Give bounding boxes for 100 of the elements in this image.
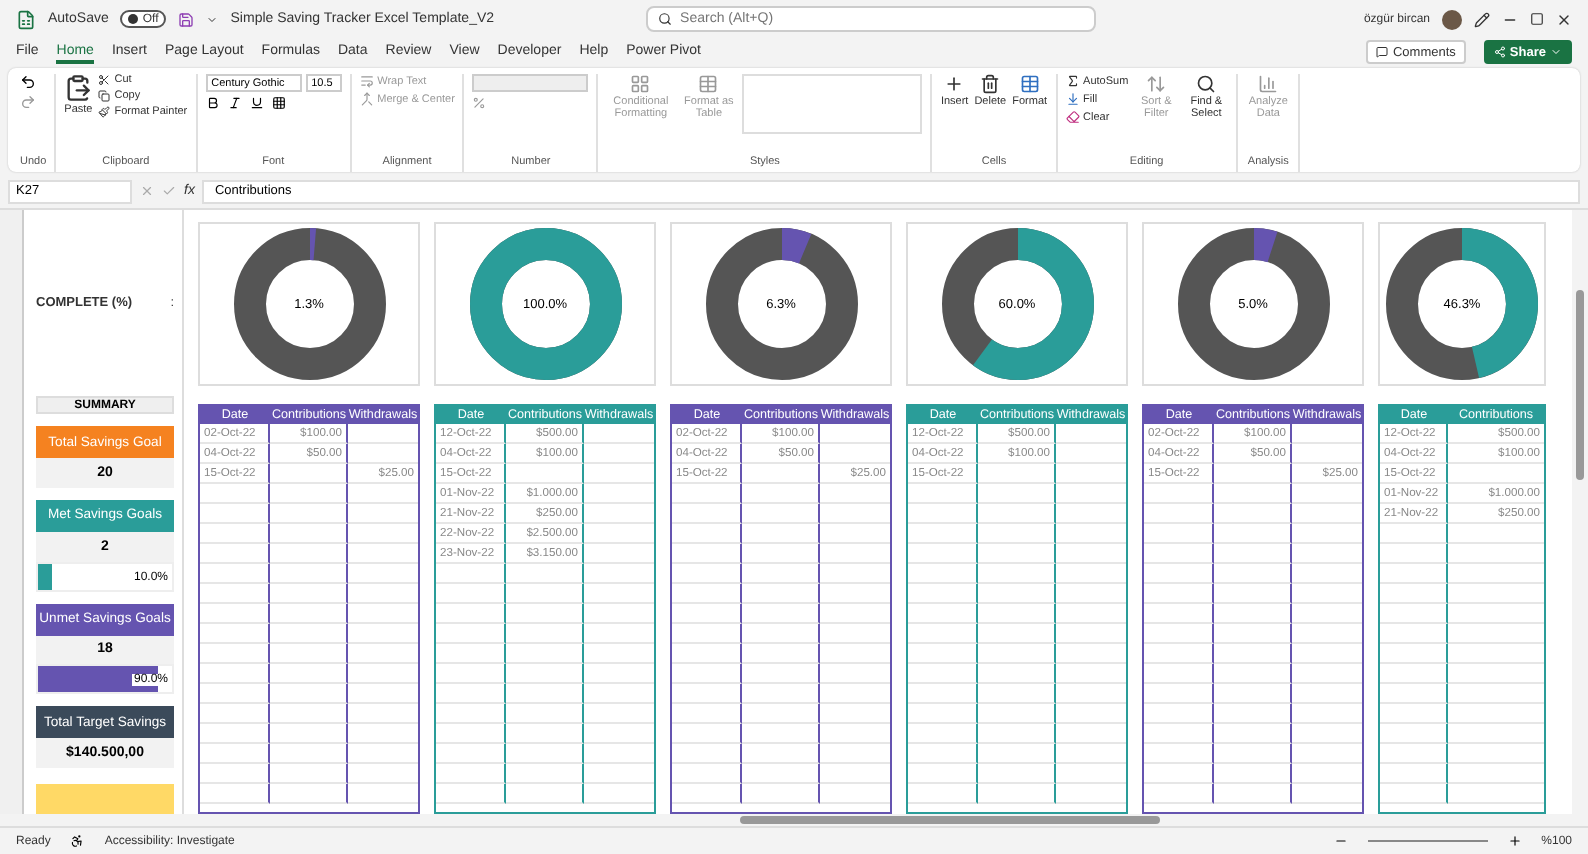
scissors-icon [98, 74, 111, 86]
empty-cell [742, 544, 820, 564]
empty-cell [1214, 524, 1292, 544]
merge-icon [359, 92, 374, 106]
bold-icon[interactable] [205, 96, 220, 110]
empty-cell [978, 484, 1056, 504]
empty-cell [270, 704, 348, 724]
number-format-field[interactable] [472, 74, 589, 92]
empty-cell [506, 784, 584, 804]
bar-chart-icon [1258, 74, 1279, 94]
plus-icon [944, 74, 965, 94]
empty-cell [1214, 564, 1292, 584]
zoom-out-icon[interactable] [1333, 834, 1348, 848]
empty-cell [1214, 624, 1292, 644]
undo-icon[interactable] [20, 74, 36, 90]
caret-icon [1550, 46, 1562, 58]
empty-cell [270, 744, 348, 764]
empty-cell [1214, 664, 1292, 684]
empty-cell [506, 704, 584, 724]
empty-cell [742, 764, 820, 784]
empty-cell [270, 724, 348, 744]
empty-cell [978, 624, 1056, 644]
empty-cell [742, 564, 820, 584]
empty-cell [270, 484, 348, 504]
borders-icon[interactable] [271, 96, 286, 110]
empty-cell [742, 744, 820, 764]
maximize-icon[interactable] [1530, 12, 1544, 26]
empty-cell [742, 604, 820, 624]
empty-cell [270, 684, 348, 704]
empty-cell [1214, 504, 1292, 524]
empty-cell [1214, 784, 1292, 804]
zoom-in-icon[interactable] [1507, 834, 1522, 848]
underline-icon[interactable] [249, 96, 264, 110]
save-icon[interactable] [178, 11, 195, 27]
empty-cell [1214, 484, 1292, 504]
share-icon [1493, 46, 1506, 58]
empty-cell [978, 584, 1056, 604]
empty-cell [1214, 464, 1292, 484]
sort-icon [1146, 74, 1167, 94]
empty-cell [742, 684, 820, 704]
empty-cell [978, 504, 1056, 524]
empty-cell [270, 544, 348, 564]
empty-cell [1214, 584, 1292, 604]
empty-cell [1214, 544, 1292, 564]
empty-cell [742, 724, 820, 744]
empty-cell [506, 764, 584, 784]
empty-cell [506, 564, 584, 584]
grid-icon [630, 74, 651, 94]
empty-cell [978, 704, 1056, 724]
empty-cell [270, 524, 348, 544]
comment-icon [1376, 46, 1389, 58]
empty-cell [270, 604, 348, 624]
empty-cell [506, 604, 584, 624]
customize-icon[interactable] [206, 13, 219, 25]
trash-icon [980, 74, 1001, 94]
empty-cell [742, 664, 820, 684]
empty-cell [742, 784, 820, 804]
empty-cell [506, 624, 584, 644]
empty-cell [1214, 724, 1292, 744]
empty-cell [978, 744, 1056, 764]
empty-cell [270, 764, 348, 784]
empty-cell [270, 624, 348, 644]
empty-cell [742, 464, 820, 484]
accessibility-icon [70, 834, 85, 848]
empty-cell [1214, 684, 1292, 704]
empty-cell [978, 644, 1056, 664]
empty-cell [1214, 604, 1292, 624]
paintbrush-icon [98, 106, 111, 118]
empty-cell [270, 664, 348, 684]
clipboard-icon [64, 74, 93, 102]
empty-cell [978, 604, 1056, 624]
vertical-scrollbar[interactable] [1572, 210, 1588, 814]
empty-cell [978, 524, 1056, 544]
empty-cell [978, 724, 1056, 744]
empty-cell [506, 684, 584, 704]
percent-icon[interactable] [472, 96, 487, 110]
empty-cell [506, 744, 584, 764]
close-icon[interactable] [1556, 11, 1572, 27]
sigma-icon [1065, 74, 1080, 88]
search-icon [1196, 74, 1217, 94]
excel-logo-icon [16, 9, 36, 29]
empty-cell [742, 524, 820, 544]
empty-cell [1214, 704, 1292, 724]
empty-cell [506, 464, 584, 484]
pen-icon[interactable] [1474, 11, 1490, 27]
empty-cell [270, 464, 348, 484]
italic-icon[interactable] [227, 96, 242, 110]
table-icon [698, 74, 719, 94]
avatar [1442, 9, 1462, 29]
empty-cell [1214, 644, 1292, 664]
empty-cell [742, 584, 820, 604]
search-icon [658, 12, 673, 26]
empty-cell [506, 664, 584, 684]
empty-cell [742, 484, 820, 504]
table-icon [1019, 74, 1040, 94]
empty-cell [506, 584, 584, 604]
empty-cell [1214, 744, 1292, 764]
empty-cell [978, 544, 1056, 564]
empty-cell [978, 564, 1056, 584]
empty-cell [978, 684, 1056, 704]
